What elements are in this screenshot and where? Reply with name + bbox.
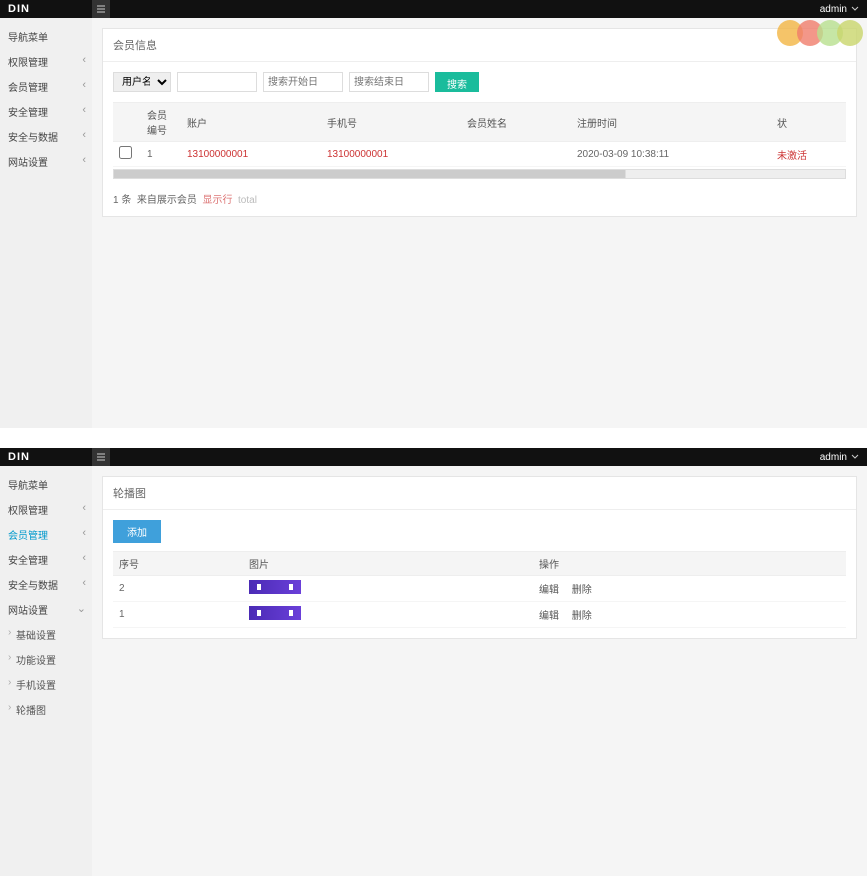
sidebar-item-site-settings[interactable]: 网站设置 <box>0 149 92 174</box>
table-row: 1 编辑 删除 <box>113 602 846 628</box>
carousel-table: 序号 图片 操作 2 编辑 删除 <box>113 551 846 628</box>
cell-date: 2020-03-09 10:38:11 <box>571 142 771 167</box>
sidebar-toggle[interactable] <box>92 448 110 466</box>
table-row[interactable]: 1 13100000001 13100000001 2020-03-09 10:… <box>113 142 846 167</box>
cell-id: 1 <box>141 142 181 167</box>
horizontal-scrollbar[interactable] <box>113 169 846 179</box>
panel-carousel: 轮播图 添加 序号 图片 操作 2 <box>102 476 857 639</box>
topbar: DIN admin <box>0 0 867 18</box>
chevron-down-icon <box>851 453 859 461</box>
col-member-id: 会员编号 <box>141 103 181 142</box>
brand: DIN <box>8 3 30 15</box>
sidebar-sub-carousel[interactable]: 轮播图 <box>0 697 92 722</box>
search-bar: 用户名 搜索 <box>113 72 846 92</box>
content-area: 会员信息 用户名 搜索 <box>92 18 867 428</box>
sidebar-toggle[interactable] <box>92 0 110 18</box>
admin-label: admin <box>820 4 847 15</box>
screen-members: DIN admin 导航菜单 权限管理 会员管理 安全管理 安全与数据 网站设置… <box>0 0 867 428</box>
sidebar-sub-function[interactable]: 功能设置 <box>0 647 92 672</box>
add-button[interactable]: 添加 <box>113 520 161 543</box>
col-image: 图片 <box>243 552 533 576</box>
table-summary: 1 条 来自展示会员 显示行 total <box>113 191 846 206</box>
topbar: DIN admin <box>0 448 867 466</box>
col-account: 账户 <box>181 103 321 142</box>
sidebar-item-security[interactable]: 安全管理 <box>0 547 92 572</box>
brand: DIN <box>8 451 30 463</box>
sidebar-item-security-data[interactable]: 安全与数据 <box>0 124 92 149</box>
sidebar-item-permissions[interactable]: 权限管理 <box>0 497 92 522</box>
row-checkbox[interactable] <box>119 146 132 159</box>
panel-members: 会员信息 用户名 搜索 <box>102 28 857 217</box>
sidebar-item-nav[interactable]: 导航菜单 <box>0 472 92 497</box>
admin-dropdown[interactable]: admin <box>820 448 859 466</box>
search-field-select[interactable]: 用户名 <box>113 72 171 92</box>
table-row: 2 编辑 删除 <box>113 576 846 602</box>
members-table: 会员编号 账户 手机号 会员姓名 注册时间 状 1 <box>113 102 846 167</box>
cell-seq: 2 <box>113 576 243 602</box>
thumbnail-image <box>249 580 301 594</box>
screen-carousel: DIN admin 导航菜单 权限管理 会员管理 安全管理 安全与数据 网站设置… <box>0 448 867 876</box>
col-ops: 操作 <box>533 552 846 576</box>
sidebar-item-security-data[interactable]: 安全与数据 <box>0 572 92 597</box>
chevron-down-icon <box>851 5 859 13</box>
cell-status: 未激活 <box>771 142 846 167</box>
col-checkbox <box>113 103 141 142</box>
menu-icon <box>96 4 106 14</box>
sidebar-item-members[interactable]: 会员管理 <box>0 522 92 547</box>
summary-count: 1 条 <box>113 195 131 206</box>
thumbnail-image <box>249 606 301 620</box>
decorative-blobs <box>783 20 863 46</box>
col-seq: 序号 <box>113 552 243 576</box>
col-register-time: 注册时间 <box>571 103 771 142</box>
sidebar-item-members[interactable]: 会员管理 <box>0 74 92 99</box>
summary-suffix: 显示行 <box>202 195 232 206</box>
edit-link[interactable]: 编辑 <box>539 585 559 596</box>
admin-dropdown[interactable]: admin <box>820 0 859 18</box>
delete-link[interactable]: 删除 <box>572 585 592 596</box>
search-button[interactable]: 搜索 <box>435 72 479 92</box>
sidebar-item-nav[interactable]: 导航菜单 <box>0 24 92 49</box>
sidebar-item-security[interactable]: 安全管理 <box>0 99 92 124</box>
col-status: 状 <box>771 103 846 142</box>
panel-title: 会员信息 <box>103 29 856 62</box>
cell-name <box>461 142 571 167</box>
panel-title: 轮播图 <box>103 477 856 510</box>
summary-mid: 来自展示会员 <box>137 195 197 206</box>
admin-label: admin <box>820 452 847 463</box>
cell-account: 13100000001 <box>181 142 321 167</box>
sidebar: 导航菜单 权限管理 会员管理 安全管理 安全与数据 网站设置 基础设置 功能设置… <box>0 466 92 876</box>
cell-phone: 13100000001 <box>321 142 461 167</box>
col-name: 会员姓名 <box>461 103 571 142</box>
cell-seq: 1 <box>113 602 243 628</box>
sidebar-item-site-settings[interactable]: 网站设置 <box>0 597 92 622</box>
edit-link[interactable]: 编辑 <box>539 611 559 622</box>
content-area: 轮播图 添加 序号 图片 操作 2 <box>92 466 867 876</box>
sidebar: 导航菜单 权限管理 会员管理 安全管理 安全与数据 网站设置 <box>0 18 92 428</box>
search-end-date-input[interactable] <box>349 72 429 92</box>
search-keyword-input[interactable] <box>177 72 257 92</box>
sidebar-sub-mobile[interactable]: 手机设置 <box>0 672 92 697</box>
sidebar-item-permissions[interactable]: 权限管理 <box>0 49 92 74</box>
delete-link[interactable]: 删除 <box>572 611 592 622</box>
summary-tail: total <box>238 195 257 206</box>
menu-icon <box>96 452 106 462</box>
sidebar-sub-basic[interactable]: 基础设置 <box>0 622 92 647</box>
col-phone: 手机号 <box>321 103 461 142</box>
search-start-date-input[interactable] <box>263 72 343 92</box>
